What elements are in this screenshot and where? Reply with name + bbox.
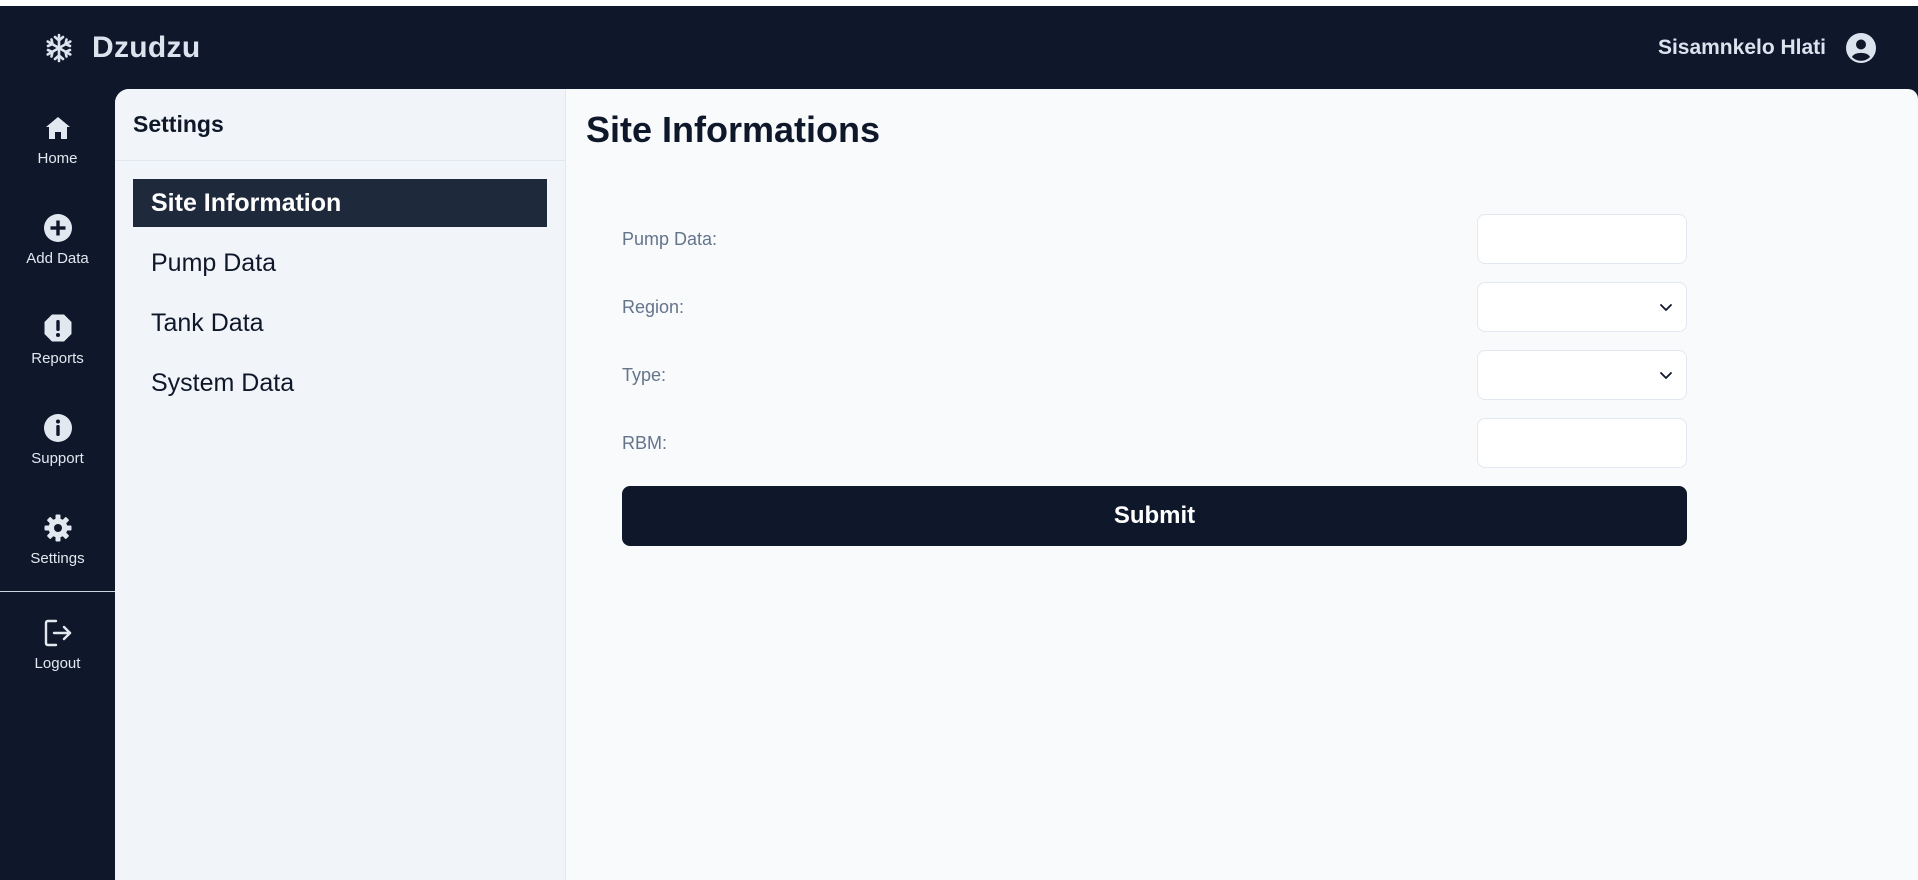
rail-divider — [0, 591, 115, 592]
type-select[interactable] — [1477, 350, 1687, 400]
rail-label-settings: Settings — [30, 549, 85, 567]
rail-item-settings[interactable]: Settings — [0, 489, 115, 589]
rbm-input[interactable] — [1478, 419, 1686, 467]
app-name: Dzudzu — [92, 30, 201, 64]
pump-data-field-box — [1477, 214, 1687, 264]
region-select[interactable] — [1477, 282, 1687, 332]
chevron-down-icon — [1658, 299, 1674, 315]
form-row-rbm: RBM: — [622, 418, 1687, 468]
rail-label-reports: Reports — [31, 349, 84, 367]
site-info-form: Pump Data: Region: Type: RBM: Submit — [622, 214, 1687, 546]
settings-header: Settings — [115, 89, 565, 161]
rail-label-logout: Logout — [34, 654, 81, 672]
submit-button[interactable]: Submit — [622, 486, 1687, 546]
settings-item-system-data[interactable]: System Data — [133, 359, 547, 407]
rbm-field-box — [1477, 418, 1687, 468]
info-circle-icon — [42, 412, 74, 444]
settings-title: Settings — [133, 111, 224, 137]
icon-rail: Home Add Data Reports Support Settings L… — [0, 89, 115, 880]
plus-circle-icon — [42, 212, 74, 244]
top-bar: Dzudzu Sisamnkelo Hlati — [0, 6, 1918, 89]
alert-octagon-icon — [42, 312, 74, 344]
chevron-down-icon — [1658, 367, 1674, 383]
rbm-label: RBM: — [622, 432, 667, 453]
form-row-pump-data: Pump Data: — [622, 214, 1687, 264]
rail-label-add-data: Add Data — [26, 249, 89, 267]
rail-item-logout[interactable]: Logout — [0, 594, 115, 694]
rail-item-add-data[interactable]: Add Data — [0, 189, 115, 289]
type-label: Type: — [622, 364, 667, 385]
app-shell: Dzudzu Sisamnkelo Hlati Home Add Data Re… — [0, 6, 1918, 880]
user-circle-icon[interactable] — [1844, 31, 1878, 65]
rail-label-home: Home — [37, 149, 78, 167]
rail-item-home[interactable]: Home — [0, 89, 115, 189]
brand[interactable]: Dzudzu — [42, 31, 200, 65]
rail-item-support[interactable]: Support — [0, 389, 115, 489]
settings-list: Site Information Pump Data Tank Data Sys… — [115, 161, 565, 407]
page-title: Site Informations — [586, 109, 881, 150]
settings-item-tank-data[interactable]: Tank Data — [133, 299, 547, 347]
pump-data-label: Pump Data: — [622, 228, 718, 249]
pump-data-input[interactable] — [1478, 215, 1686, 263]
settings-sidebar: Settings Site Information Pump Data Tank… — [115, 89, 566, 880]
form-row-region: Region: — [622, 282, 1687, 332]
form-row-type: Type: — [622, 350, 1687, 400]
content-panel: Settings Site Information Pump Data Tank… — [115, 89, 1918, 880]
main-content: Site Informations Pump Data: Region: Typ… — [566, 89, 1918, 880]
rail-item-reports[interactable]: Reports — [0, 289, 115, 389]
logout-icon — [42, 617, 74, 649]
user-name: Sisamnkelo Hlati — [1657, 35, 1826, 59]
rail-label-support: Support — [31, 449, 84, 467]
snowflake-icon — [42, 31, 76, 65]
user-menu[interactable]: Sisamnkelo Hlati — [1658, 31, 1878, 65]
settings-item-pump-data[interactable]: Pump Data — [133, 239, 547, 287]
gear-icon — [42, 512, 74, 544]
settings-item-site-information[interactable]: Site Information — [133, 179, 547, 227]
home-icon — [42, 112, 74, 144]
region-label: Region: — [622, 296, 685, 317]
